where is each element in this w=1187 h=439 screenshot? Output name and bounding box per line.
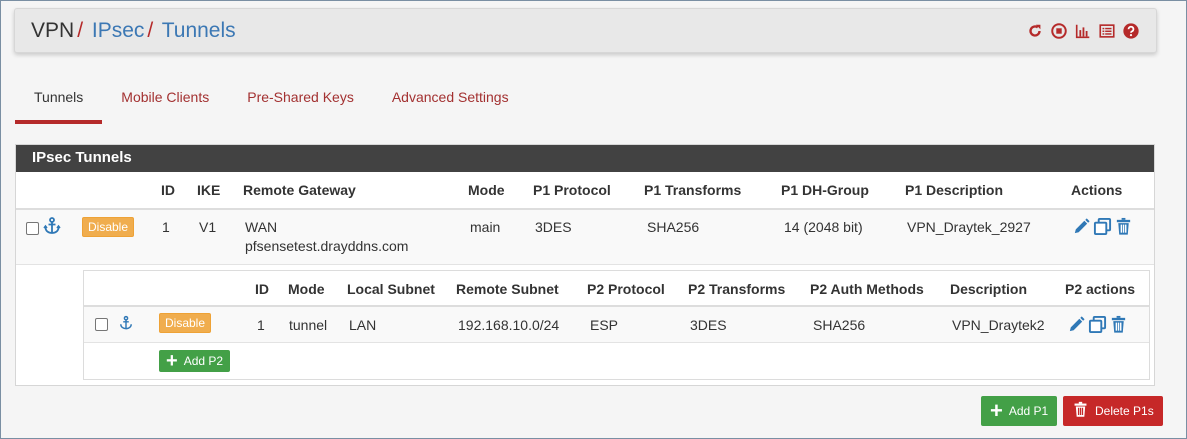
- breadcrumb-tunnels-link[interactable]: Tunnels: [162, 19, 236, 42]
- page-header: VPN / IPsec / Tunnels: [14, 8, 1157, 53]
- col-p1-description: P1 Description: [905, 182, 1004, 198]
- p1-mode: main: [470, 219, 501, 235]
- plus-icon: +: [990, 398, 1003, 423]
- p2-remote-subnet: 192.168.10.0/24: [458, 317, 560, 333]
- col-id: ID: [161, 182, 175, 198]
- breadcrumb-vpn: VPN: [31, 19, 75, 42]
- col-mode: Mode: [468, 182, 505, 198]
- breadcrumb-separator: /: [77, 19, 84, 42]
- col-p2-description: Description: [950, 281, 1028, 297]
- row-select-checkbox[interactable]: [26, 222, 39, 235]
- anchor-icon[interactable]: [118, 315, 134, 334]
- p1-dh-group: 14 (2048 bit): [784, 219, 863, 235]
- p2-id: 1: [257, 317, 265, 333]
- col-actions: Actions: [1071, 182, 1123, 198]
- p1-gateway-host: pfsensetest.drayddns.com: [245, 238, 409, 254]
- disable-p2-button[interactable]: Disable: [159, 313, 212, 333]
- panel-title: IPsec Tunnels: [16, 145, 1154, 172]
- col-remote-gateway: Remote Gateway: [243, 182, 356, 198]
- col-p2-id: ID: [255, 281, 269, 297]
- p1-actions: [1072, 217, 1133, 239]
- delete-trash-icon[interactable]: [1109, 315, 1128, 337]
- p1-id: 1: [162, 219, 170, 235]
- tab-advanced-settings[interactable]: Advanced Settings: [373, 84, 528, 124]
- ipsec-tunnels-panel: IPsec Tunnels ID IKE Remote Gateway Mode…: [15, 144, 1155, 386]
- p2-table-header: ID Mode Local Subnet Remote Subnet P2 Pr…: [84, 271, 1149, 307]
- col-p2-mode: Mode: [288, 281, 325, 297]
- status-chart-icon[interactable]: [1074, 22, 1092, 40]
- col-ike: IKE: [197, 182, 221, 198]
- col-p2-protocol: P2 Protocol: [587, 281, 665, 297]
- col-p1-protocol: P1 Protocol: [533, 182, 611, 198]
- p2-subtable: ID Mode Local Subnet Remote Subnet P2 Pr…: [83, 270, 1150, 380]
- disable-p1-button[interactable]: Disable: [82, 217, 135, 237]
- tab-tunnels[interactable]: Tunnels: [15, 84, 103, 124]
- delete-p1s-button[interactable]: Delete P1s: [1063, 396, 1163, 426]
- breadcrumb-separator: /: [147, 19, 154, 42]
- p2-protocol: ESP: [590, 317, 619, 333]
- add-p1-button[interactable]: + Add P1: [981, 396, 1058, 426]
- p1-table-header: ID IKE Remote Gateway Mode P1 Protocol P…: [16, 172, 1154, 210]
- col-remote-subnet: Remote Subnet: [456, 281, 559, 297]
- p2-table-row: Disable 1 tunnel LAN 192.168.10.0/24 ESP…: [84, 307, 1149, 343]
- col-local-subnet: Local Subnet: [347, 281, 435, 297]
- p2-actions: [1067, 315, 1128, 337]
- tab-mobile-clients[interactable]: Mobile Clients: [102, 84, 228, 124]
- breadcrumb-ipsec-link[interactable]: IPsec: [92, 19, 145, 42]
- p2-local-subnet: LAN: [349, 317, 377, 333]
- add-p2-label: Add P2: [183, 354, 224, 368]
- delete-trash-icon[interactable]: [1114, 217, 1133, 239]
- add-p2-button[interactable]: + Add P2: [159, 350, 231, 372]
- p2-description: VPN_Draytek2: [952, 317, 1045, 333]
- edit-pencil-icon[interactable]: [1067, 315, 1086, 337]
- restart-icon[interactable]: [1026, 22, 1044, 40]
- col-p1-transforms: P1 Transforms: [644, 182, 742, 198]
- help-icon[interactable]: [1122, 22, 1140, 40]
- col-p1-dh-group: P1 DH-Group: [781, 182, 869, 198]
- p1-transforms: SHA256: [647, 219, 700, 235]
- p1-table-row: Disable 1 V1 WAN pfsensetest.drayddns.co…: [16, 210, 1154, 265]
- copy-icon[interactable]: [1093, 217, 1112, 239]
- add-p1-label: Add P1: [1008, 404, 1049, 418]
- tab-pre-shared-keys[interactable]: Pre-Shared Keys: [228, 84, 373, 124]
- p2-auth-methods: SHA256: [813, 317, 866, 333]
- p1-gateway-interface: WAN: [245, 219, 278, 235]
- p1-description: VPN_Draytek_2927: [907, 219, 1031, 235]
- trash-icon: [1072, 401, 1089, 421]
- p2-transforms: 3DES: [690, 317, 727, 333]
- plus-icon: +: [166, 350, 178, 372]
- edit-pencil-icon[interactable]: [1072, 217, 1091, 239]
- col-p2-transforms: P2 Transforms: [688, 281, 786, 297]
- header-icons: [1026, 22, 1140, 40]
- stop-icon[interactable]: [1050, 22, 1068, 40]
- anchor-icon[interactable]: [42, 216, 62, 239]
- copy-icon[interactable]: [1088, 315, 1107, 337]
- p2-mode: tunnel: [289, 317, 328, 333]
- col-p2-auth-methods: P2 Auth Methods: [810, 281, 924, 297]
- delete-p1s-label: Delete P1s: [1095, 404, 1154, 418]
- p2-row-select-checkbox[interactable]: [95, 318, 108, 331]
- logs-list-icon[interactable]: [1098, 22, 1116, 40]
- tab-bar: Tunnels Mobile Clients Pre-Shared Keys A…: [15, 84, 528, 124]
- col-p2-actions: P2 actions: [1065, 281, 1136, 297]
- p1-ike: V1: [199, 219, 217, 235]
- p1-protocol: 3DES: [535, 219, 572, 235]
- breadcrumb: VPN / IPsec / Tunnels: [31, 19, 236, 43]
